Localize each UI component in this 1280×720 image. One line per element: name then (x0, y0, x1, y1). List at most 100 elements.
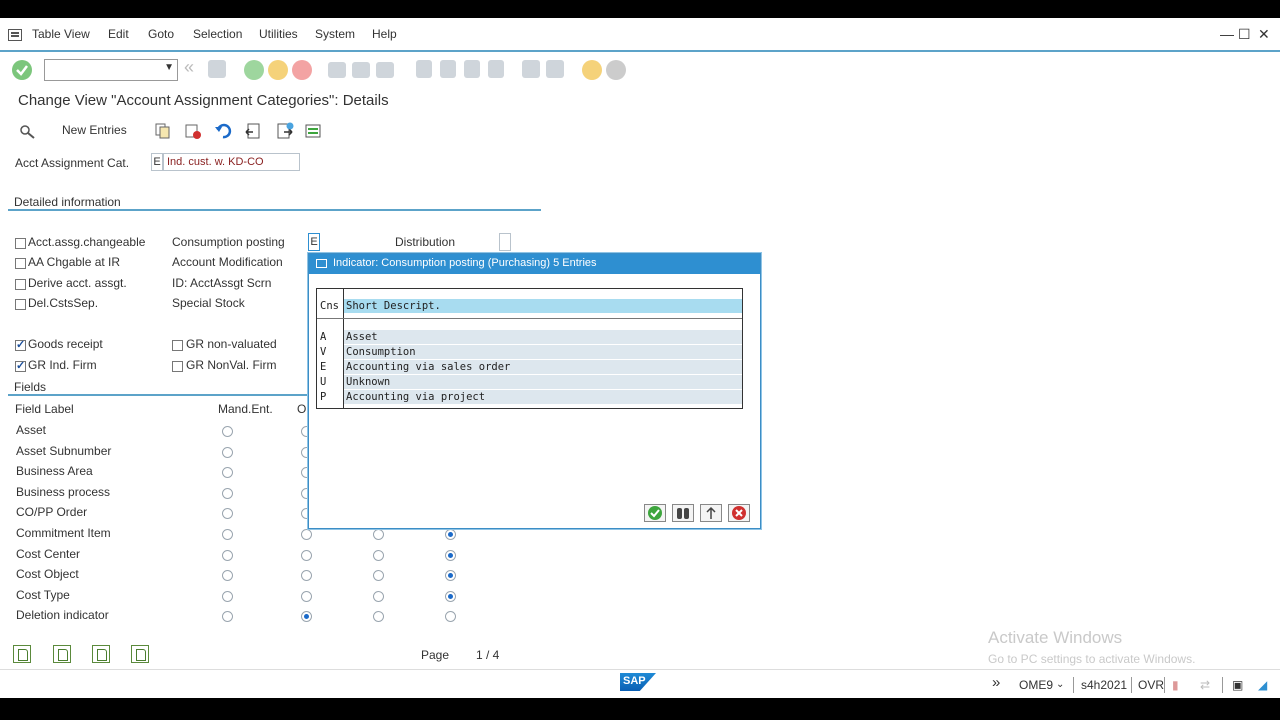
list-item-description: Unknown (346, 376, 391, 388)
menu-help[interactable]: Help (372, 27, 397, 41)
sap-logo: SAP (620, 673, 656, 691)
transaction-code: OME9 (1019, 678, 1054, 692)
menu-table-view[interactable]: Table View (32, 27, 90, 41)
field-option-radio[interactable] (222, 446, 233, 458)
distribution-input[interactable] (499, 233, 511, 251)
field-option-radio[interactable] (222, 529, 233, 540)
double-left-icon[interactable]: « (184, 57, 204, 77)
field-option-radio[interactable] (301, 529, 312, 540)
checkbox-label: Acct.assg.changeable (28, 235, 146, 249)
gear-icon[interactable] (606, 60, 626, 80)
cancel-icon[interactable] (292, 60, 312, 80)
first-page-button[interactable] (13, 645, 31, 663)
print-icon[interactable] (328, 62, 346, 78)
field-option-radio[interactable] (445, 549, 456, 561)
confirm-button[interactable] (644, 504, 666, 522)
previous-page-button[interactable] (53, 645, 71, 663)
last-page-button[interactable] (131, 645, 149, 663)
separator (1073, 677, 1074, 693)
dialog-title-bar[interactable]: Indicator: Consumption posting (Purchasi… (309, 254, 760, 274)
aa-chgable-at-ir-checkbox[interactable] (15, 258, 26, 269)
undo-icon[interactable] (214, 122, 232, 140)
find-icon[interactable] (352, 62, 370, 78)
field-option-radio[interactable] (222, 467, 233, 479)
display-change-icon[interactable] (18, 122, 36, 140)
copy-icon[interactable] (154, 122, 172, 140)
field-option-radio[interactable] (222, 611, 233, 623)
field-option-radio[interactable] (222, 590, 233, 602)
list-item[interactable] (344, 330, 742, 344)
exit-icon[interactable] (268, 60, 288, 80)
cancel-button[interactable] (728, 504, 750, 522)
maximize-icon[interactable]: ☐ (1238, 26, 1251, 43)
field-option-radio[interactable] (445, 570, 456, 582)
field-option-radio[interactable] (301, 549, 312, 561)
next-page-icon[interactable] (464, 60, 480, 78)
close-icon[interactable]: ✕ (1258, 26, 1270, 43)
lock-icon[interactable]: ▣ (1232, 678, 1243, 692)
field-option-radio[interactable] (301, 590, 312, 602)
field-option-radio[interactable] (373, 590, 384, 602)
minimize-icon[interactable]: — (1220, 26, 1234, 42)
field-option-radio[interactable] (373, 570, 384, 582)
goods-receipt-checkbox[interactable] (15, 338, 26, 351)
double-right-icon[interactable]: » (992, 674, 1000, 691)
previous-entry-icon[interactable] (244, 122, 262, 140)
back-icon[interactable] (244, 60, 264, 80)
field-option-radio[interactable] (222, 487, 233, 499)
save-icon[interactable] (208, 60, 226, 78)
find-next-icon[interactable] (376, 62, 394, 78)
field-option-radio[interactable] (445, 590, 456, 602)
field-option-radio[interactable] (222, 508, 233, 520)
new-entries-button[interactable]: New Entries (62, 123, 127, 137)
field-row-label: Cost Center (16, 546, 81, 561)
menu-system[interactable]: System (315, 27, 355, 41)
shortcut-icon[interactable] (546, 60, 564, 78)
menu-icon[interactable] (8, 29, 22, 41)
help-icon[interactable] (582, 60, 602, 80)
next-entry-icon[interactable] (276, 122, 294, 140)
restrict-button[interactable] (700, 504, 722, 522)
field-option-radio[interactable] (222, 549, 233, 561)
acct-assg-changeable-checkbox[interactable] (15, 238, 26, 249)
menu-selection[interactable]: Selection (193, 27, 242, 41)
delete-icon[interactable] (184, 122, 202, 140)
next-page-button[interactable] (92, 645, 110, 663)
menu-goto[interactable]: Goto (148, 27, 174, 41)
new-session-icon[interactable] (522, 60, 540, 78)
list-item[interactable] (344, 375, 742, 389)
field-option-radio[interactable] (445, 529, 456, 540)
find-button[interactable] (672, 504, 694, 522)
consumption-posting-input[interactable]: E (308, 233, 320, 251)
acctassgt-scrn-label: ID: AcctAssgt Scrn (172, 276, 272, 290)
last-page-icon[interactable] (488, 60, 504, 78)
del-cstssep-checkbox[interactable] (15, 299, 26, 310)
chevron-down-icon[interactable]: ▼ (164, 62, 174, 73)
field-option-radio[interactable] (222, 426, 233, 437)
gr-nonval-firm-checkbox[interactable] (172, 361, 183, 372)
variable-list-icon[interactable] (304, 122, 322, 140)
field-option-radio[interactable] (301, 611, 312, 623)
command-field[interactable]: ▼ (44, 59, 178, 81)
enter-icon[interactable] (12, 60, 32, 80)
field-option-radio[interactable] (373, 529, 384, 540)
system-name: s4h2021 (1081, 678, 1128, 692)
menu-edit[interactable]: Edit (108, 27, 129, 41)
first-page-icon[interactable] (416, 60, 432, 78)
field-option-radio[interactable] (301, 570, 312, 582)
gr-non-valuated-checkbox[interactable] (172, 340, 183, 351)
checkbox-label: Derive acct. assgt. (28, 276, 127, 290)
derive-acct-assgt-checkbox[interactable] (15, 279, 26, 290)
field-option-radio[interactable] (373, 549, 384, 561)
field-option-radio[interactable] (373, 611, 384, 623)
sap-window: Table View Edit Goto Selection Utilities… (0, 18, 1280, 698)
field-row-label: Deletion indicator (16, 608, 109, 623)
menu-utilities[interactable]: Utilities (259, 27, 298, 41)
resize-handle-icon[interactable]: ◢ (1258, 678, 1267, 692)
chevron-down-icon[interactable]: ⌄ (1056, 679, 1064, 690)
list-item-description: Accounting via sales order (346, 361, 511, 373)
field-option-radio[interactable] (445, 611, 456, 623)
previous-page-icon[interactable] (440, 60, 456, 78)
field-option-radio[interactable] (222, 570, 233, 582)
gr-ind-firm-checkbox[interactable] (15, 359, 26, 372)
